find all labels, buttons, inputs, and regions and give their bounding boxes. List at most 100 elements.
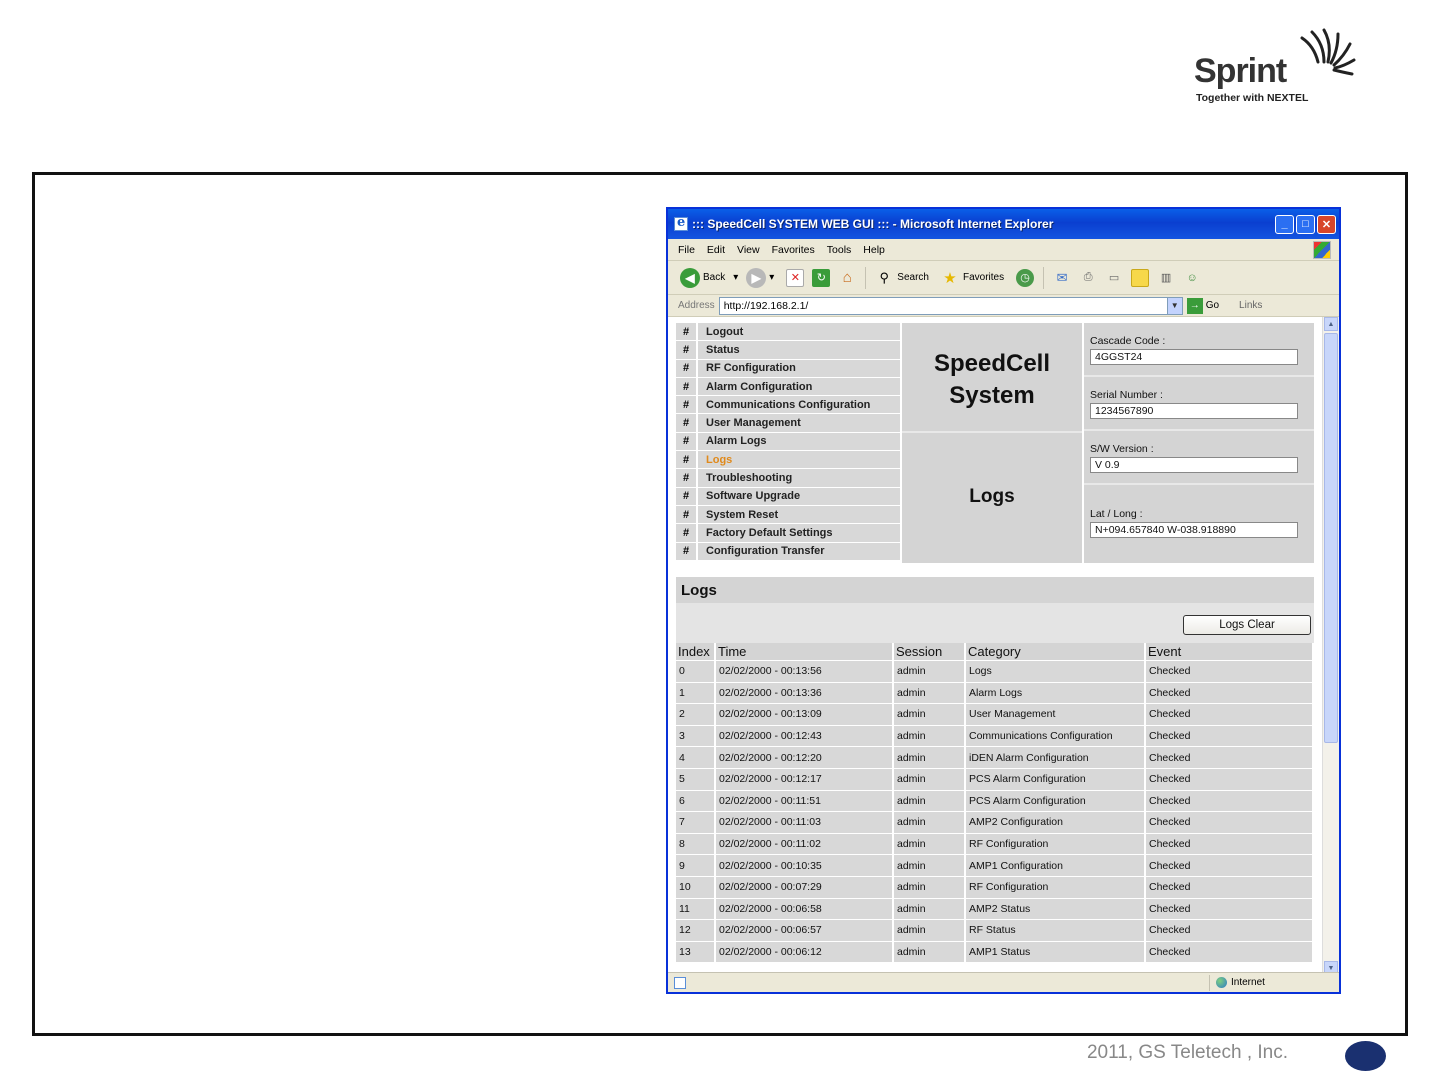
col-category-header[interactable]: Category	[966, 643, 1144, 661]
go-arrow-icon[interactable]: →	[1186, 297, 1203, 314]
lat-long-field[interactable]: N+094.657840 W-038.918890	[1090, 522, 1298, 538]
nav-item[interactable]: # Software Upgrade	[676, 487, 900, 506]
nav-item-label[interactable]: Software Upgrade	[698, 487, 900, 505]
menu-view[interactable]: View	[737, 244, 760, 256]
edit-icon[interactable]: ▭	[1105, 269, 1123, 287]
favorites-star-icon[interactable]: ★	[941, 269, 959, 287]
serial-number-field[interactable]: 1234567890	[1090, 403, 1298, 419]
nav-item[interactable]: # Troubleshooting	[676, 469, 900, 488]
nav-item-label[interactable]: Status	[698, 341, 900, 359]
vertical-scrollbar[interactable]: ▲ ▼	[1322, 317, 1339, 975]
log-event-cell: Checked	[1146, 682, 1312, 705]
log-category-cell: Communications Configuration	[966, 725, 1144, 748]
nav-hash-marker: #	[676, 396, 698, 414]
nav-item-label[interactable]: Logs	[698, 451, 900, 469]
address-bar: Address http://192.168.2.1/ ▼ → Go Links	[668, 295, 1339, 317]
nav-item-label[interactable]: Configuration Transfer	[698, 542, 900, 560]
log-time-cell: 02/02/2000 - 00:10:35	[716, 855, 892, 877]
go-button[interactable]: Go	[1206, 300, 1219, 311]
log-category-cell: RF Configuration	[966, 833, 1144, 856]
nav-item-label[interactable]: User Management	[698, 414, 900, 432]
maximize-button[interactable]: □	[1296, 214, 1315, 234]
refresh-icon[interactable]: ↻	[812, 268, 831, 287]
nav-item-label[interactable]: RF Configuration	[698, 359, 900, 377]
nav-item[interactable]: # Status	[676, 341, 900, 360]
log-event-cell: Checked	[1146, 941, 1312, 964]
nav-item-label[interactable]: Alarm Logs	[698, 432, 900, 451]
logs-table-header: Index Time Session Category Event	[676, 643, 1312, 661]
security-zone: Internet	[1209, 974, 1339, 991]
menu-help[interactable]: Help	[863, 244, 885, 256]
menu-edit[interactable]: Edit	[707, 244, 725, 256]
back-arrow-icon[interactable]: ◀	[680, 267, 700, 288]
forward-dropdown-icon[interactable]: ▾	[769, 272, 774, 283]
status-bar: Internet	[668, 972, 1339, 992]
sprint-burst-icon	[1300, 28, 1356, 76]
menu-favorites[interactable]: Favorites	[772, 244, 815, 256]
cascade-code-field[interactable]: 4GGST24	[1090, 349, 1298, 365]
sw-version-label: S/W Version :	[1090, 443, 1154, 455]
scroll-up-icon[interactable]: ▲	[1324, 317, 1338, 331]
links-button[interactable]: Links	[1239, 300, 1262, 311]
menu-tools[interactable]: Tools	[827, 244, 852, 256]
search-button[interactable]: Search	[897, 272, 929, 283]
nav-item[interactable]: # Configuration Transfer	[676, 542, 900, 561]
nav-item[interactable]: # Logs	[676, 451, 900, 470]
menu-file[interactable]: File	[678, 244, 695, 256]
nav-item-label[interactable]: Factory Default Settings	[698, 524, 900, 542]
search-icon[interactable]: ⚲	[875, 269, 893, 287]
scroll-thumb[interactable]	[1324, 333, 1338, 743]
mail-icon[interactable]: ✉	[1053, 269, 1071, 287]
nav-item[interactable]: # Alarm Logs	[676, 432, 900, 452]
close-button[interactable]: ✕	[1317, 214, 1336, 234]
home-icon[interactable]: ⌂	[838, 269, 856, 287]
log-time-cell: 02/02/2000 - 00:06:58	[716, 898, 892, 921]
col-session-header[interactable]: Session	[894, 643, 964, 661]
nav-item[interactable]: # Communications Configuration	[676, 396, 900, 415]
discuss-icon[interactable]	[1131, 268, 1150, 287]
nav-item[interactable]: # User Management	[676, 414, 900, 433]
table-row: 13 02/02/2000 - 00:06:12 admin AMP1 Status C…	[676, 941, 1312, 964]
minimize-button[interactable]: _	[1275, 214, 1294, 234]
print-icon[interactable]: ⎙	[1079, 269, 1097, 287]
log-time-cell: 02/02/2000 - 00:11:51	[716, 790, 892, 813]
col-event-header[interactable]: Event	[1146, 643, 1312, 661]
messenger-icon[interactable]: ☺	[1183, 269, 1201, 287]
table-row: 11 02/02/2000 - 00:06:58 admin AMP2 Status C…	[676, 898, 1312, 921]
nav-item[interactable]: # Factory Default Settings	[676, 524, 900, 543]
history-icon[interactable]: ◷	[1016, 268, 1035, 287]
nav-item-label[interactable]: Troubleshooting	[698, 469, 900, 487]
nav-item[interactable]: # System Reset	[676, 505, 900, 525]
nav-item-label[interactable]: Logout	[698, 323, 900, 341]
log-session-cell: admin	[894, 941, 964, 964]
research-icon[interactable]: ▥	[1157, 269, 1175, 287]
back-dropdown-icon[interactable]: ▾	[733, 272, 738, 283]
log-event-cell: Checked	[1146, 725, 1312, 748]
sw-version-field[interactable]: V 0.9	[1090, 457, 1298, 473]
logs-table: Index Time Session Category Event 0 02/02…	[674, 643, 1314, 964]
address-input[interactable]: http://192.168.2.1/ ▼	[718, 296, 1183, 315]
nav-item-label[interactable]: System Reset	[698, 505, 900, 524]
col-time-header[interactable]: Time	[716, 643, 892, 661]
nav-item[interactable]: # Logout	[676, 323, 900, 342]
nav-item[interactable]: # RF Configuration	[676, 359, 900, 378]
log-index-cell: 11	[676, 898, 714, 921]
nav-item-label[interactable]: Alarm Configuration	[698, 377, 900, 396]
title-bar[interactable]: ::: SpeedCell SYSTEM WEB GUI ::: - Micro…	[668, 209, 1339, 239]
address-dropdown-icon[interactable]: ▼	[1166, 297, 1182, 314]
table-row: 0 02/02/2000 - 00:13:56 admin Logs Checked	[676, 661, 1312, 683]
nav-item[interactable]: # Alarm Configuration	[676, 377, 900, 397]
ie-icon	[674, 215, 688, 231]
log-index-cell: 9	[676, 855, 714, 877]
logs-clear-button[interactable]: Logs Clear	[1183, 615, 1311, 635]
favorites-button[interactable]: Favorites	[963, 272, 1004, 283]
stop-icon[interactable]: ✕	[786, 268, 805, 287]
log-session-cell: admin	[894, 661, 964, 683]
back-button[interactable]: Back	[703, 272, 725, 283]
forward-arrow-icon[interactable]: ▶	[746, 267, 767, 288]
log-session-cell: admin	[894, 812, 964, 834]
serial-number-label: Serial Number :	[1090, 389, 1163, 401]
col-index-header[interactable]: Index	[676, 643, 714, 661]
nav-item-label[interactable]: Communications Configuration	[698, 396, 900, 414]
address-url[interactable]: http://192.168.2.1/	[724, 300, 809, 312]
